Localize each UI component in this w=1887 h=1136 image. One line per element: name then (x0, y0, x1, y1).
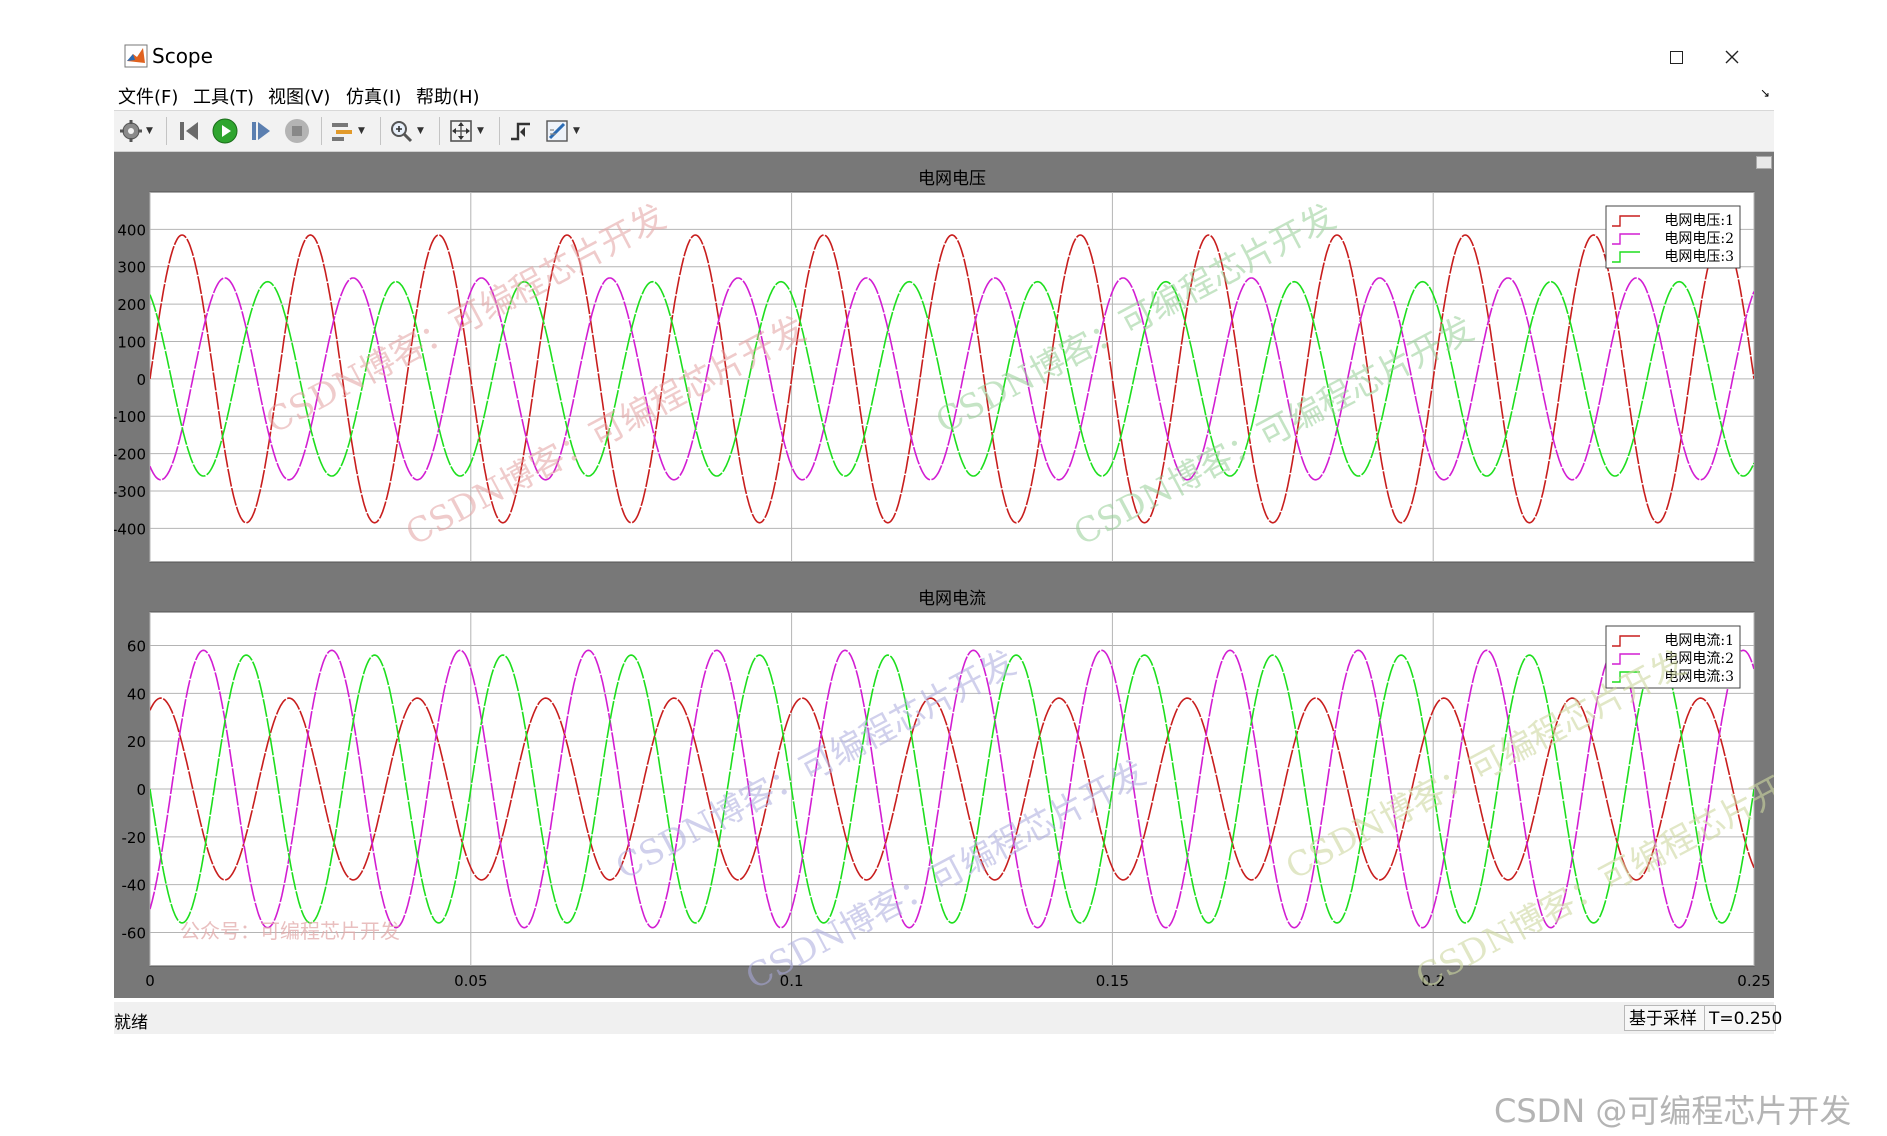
plot-title: 电网电压 (918, 169, 986, 189)
y-tick-label: 60 (127, 637, 146, 655)
scope-window: Scope 文件(F) 工具(T) 视图(V) 仿真(I) 帮助(H) ↘ ▼ (114, 38, 1782, 1034)
y-tick-label: -400 (114, 520, 146, 538)
step-back-icon (180, 122, 198, 140)
close-icon (1725, 50, 1739, 64)
zoom-dropdown-icon[interactable]: ▼ (417, 126, 424, 136)
y-tick-label: 20 (127, 733, 146, 751)
measurement-button[interactable]: ▼ (544, 116, 580, 146)
y-tick-label: -20 (122, 829, 147, 847)
legend-label: 电网电压:2 (1664, 231, 1734, 247)
y-tick-label: 0 (136, 781, 146, 799)
matlab-logo-icon (124, 44, 148, 68)
footer-watermark: CSDN @可编程芯片开发 (1494, 1092, 1852, 1130)
window-title: Scope (152, 44, 213, 68)
toolbar-separator (439, 117, 440, 145)
status-bar: 就绪 基于采样 T=0.250 (114, 1002, 1782, 1034)
run-button[interactable] (212, 116, 238, 146)
step-back-button[interactable] (176, 116, 202, 146)
menu-view[interactable]: 视图(V) (268, 83, 330, 109)
x-tick-label: 0.25 (1737, 972, 1770, 990)
close-button[interactable] (1710, 42, 1754, 72)
scope-plots: 电网电压4003002001000-100-200-300-400电网电压:1电… (114, 169, 1774, 998)
settings-dropdown-icon[interactable]: ▼ (146, 126, 153, 136)
settings-gear-icon (120, 120, 142, 142)
run-icon (212, 118, 238, 144)
toolbar: ▼ ▼ ▼ ▼ ▼ (114, 110, 1774, 152)
menu-simulation[interactable]: 仿真(I) (346, 83, 401, 109)
stop-icon (285, 119, 309, 143)
signal-highlight-icon (332, 123, 352, 141)
menu-file[interactable]: 文件(F) (118, 83, 178, 109)
y-tick-label: -300 (114, 483, 146, 501)
trigger-icon (511, 122, 530, 141)
step-forward-button[interactable] (248, 116, 274, 146)
signal-highlight-button[interactable]: ▼ (329, 116, 365, 146)
y-tick-label: 300 (117, 259, 146, 277)
y-tick-label: -200 (114, 446, 146, 464)
zoom-in-icon (391, 121, 413, 143)
menu-tools[interactable]: 工具(T) (193, 83, 254, 109)
y-tick-label: 100 (117, 333, 146, 351)
y-tick-label: 400 (117, 221, 146, 239)
menu-bar: 文件(F) 工具(T) 视图(V) 仿真(I) 帮助(H) ↘ (114, 80, 1774, 108)
x-tick-label: 0.15 (1096, 972, 1129, 990)
zoom-button[interactable]: ▼ (388, 116, 424, 146)
toolbar-separator (499, 117, 500, 145)
stop-button[interactable] (284, 116, 310, 146)
signal-highlight-dropdown-icon[interactable]: ▼ (358, 126, 365, 136)
measurement-icon (546, 120, 568, 142)
menu-help[interactable]: 帮助(H) (416, 83, 480, 109)
y-tick-label: 200 (117, 296, 146, 314)
undock-icon[interactable] (1756, 156, 1772, 169)
y-tick-label: -40 (122, 877, 147, 895)
toolbar-separator (166, 117, 167, 145)
dock-arrow-icon[interactable]: ↘ (1760, 86, 1770, 100)
fit-axes-dropdown-icon[interactable]: ▼ (477, 126, 484, 136)
time-indicator: T=0.250 (1704, 1005, 1782, 1031)
scope-display: 电网电压 400 300 200 100 0 -100 -200 -300 -400 电网电压:1 电… (114, 152, 1774, 998)
trigger-button[interactable] (508, 116, 534, 146)
watermark-text: 公众号：可编程芯片开发 (180, 919, 400, 943)
y-tick-label: -60 (122, 925, 147, 943)
legend-label: 电网电压:3 (1664, 249, 1734, 265)
measurement-dropdown-icon[interactable]: ▼ (573, 126, 580, 136)
fit-axes-icon (450, 120, 472, 142)
sample-mode-indicator: 基于采样 (1624, 1005, 1708, 1031)
plot-title: 电网电流 (918, 589, 986, 609)
x-tick-label: 0 (145, 972, 155, 990)
maximize-button[interactable] (1654, 42, 1698, 72)
step-forward-icon (252, 122, 270, 140)
settings-button[interactable]: ▼ (119, 116, 153, 146)
title-bar: Scope (114, 38, 1774, 78)
toolbar-separator (321, 117, 322, 145)
y-tick-label: 40 (127, 685, 146, 703)
legend-label: 电网电压:1 (1664, 213, 1734, 229)
toolbar-separator (380, 117, 381, 145)
status-text: 就绪 (114, 1013, 148, 1033)
maximize-icon (1669, 50, 1683, 64)
y-tick-label: -100 (114, 408, 146, 426)
fit-axes-button[interactable]: ▼ (448, 116, 484, 146)
y-tick-label: 0 (136, 371, 146, 389)
x-tick-label: 0.05 (454, 972, 487, 990)
